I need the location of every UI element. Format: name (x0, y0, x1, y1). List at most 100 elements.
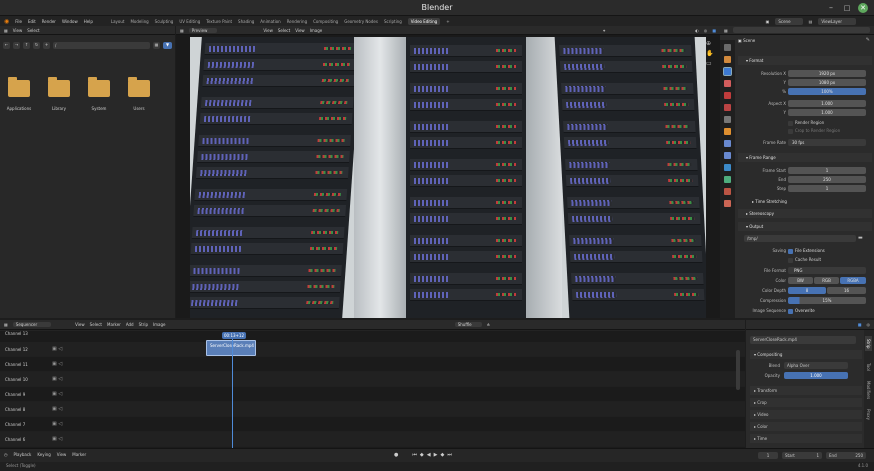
video-header[interactable]: ▸ Video (750, 410, 862, 419)
channel-mute-icon[interactable]: ▣ ◁ (52, 361, 62, 367)
crop-checkbox[interactable] (788, 128, 793, 134)
tab-animation[interactable]: Animation (260, 19, 280, 24)
crop-header[interactable]: ▸ Crop (750, 398, 862, 407)
folder-icon[interactable] (48, 77, 70, 97)
editor-type-icon[interactable]: ▦ (4, 322, 8, 327)
file-extensions-checkbox[interactable] (788, 248, 793, 254)
preview-menu-image[interactable]: Image (310, 28, 323, 33)
minimize-icon[interactable]: – (826, 3, 836, 13)
blender-logo-icon[interactable]: ◉ (4, 18, 9, 25)
play-reverse-icon[interactable]: ◀ (427, 452, 431, 458)
seq-menu-view[interactable]: View (75, 322, 85, 327)
stereoscopy-header[interactable]: ▸ Stereoscopy (738, 209, 872, 218)
folder-system-label[interactable]: System (81, 106, 117, 111)
jump-start-icon[interactable]: ⏮ (412, 452, 417, 458)
tab-compositing[interactable]: Compositing (313, 19, 338, 24)
editor-type-icon[interactable]: ▦ (4, 28, 8, 33)
tab-uv-editing[interactable]: UV Editing (179, 19, 200, 24)
folder-library-label[interactable]: Library (41, 106, 77, 111)
sidebar-toggle-icon[interactable]: ■ (858, 322, 862, 327)
scene-selector[interactable]: Scene (775, 17, 803, 25)
color-rgb-button[interactable]: RGB (814, 277, 839, 284)
resolution-percentage-field[interactable]: 100% (788, 88, 866, 95)
jump-end-icon[interactable]: ⏭ (447, 452, 452, 458)
tab-video-editing[interactable]: Video Editing (407, 17, 441, 25)
resolution-x-field[interactable]: 1920 px (788, 70, 866, 77)
channel-mute-icon[interactable]: ▣ ◁ (52, 376, 62, 382)
texture-tab-icon[interactable] (724, 200, 731, 207)
opacity-slider[interactable]: 1.000 (784, 372, 848, 379)
color-bw-button[interactable]: BW (788, 277, 813, 284)
output-panel-header[interactable]: ▾ Output (738, 222, 872, 231)
channel-mute-icon[interactable]: ▣ ◁ (52, 391, 62, 397)
sequencer-timeline[interactable]: Channel 13 Channel 12 ▣ ◁ Channel 11 ▣ ◁ C… (0, 331, 745, 448)
tab-geometry-nodes[interactable]: Geometry Nodes (344, 19, 378, 24)
playhead[interactable] (232, 332, 233, 448)
menu-keying[interactable]: Keying (37, 452, 50, 457)
color-header[interactable]: ▸ Color (750, 422, 862, 431)
channel-mute-icon[interactable]: ▣ ◁ (52, 406, 62, 412)
frame-step-field[interactable]: 1 (788, 185, 866, 192)
folder-icon[interactable] (88, 77, 110, 97)
compositing-header[interactable]: ▾ Compositing (750, 350, 862, 359)
tab-modeling[interactable]: Modeling (130, 19, 148, 24)
menu-view[interactable]: View (57, 452, 67, 457)
modifiers-tab-icon[interactable] (724, 140, 731, 147)
tab-shading[interactable]: Shading (238, 19, 254, 24)
seq-menu-strip[interactable]: Strip (139, 322, 148, 327)
menu-window[interactable]: Window (62, 19, 78, 24)
path-field[interactable]: / (53, 42, 150, 49)
channel-mute-icon[interactable]: ▣ ◁ (52, 346, 62, 352)
render-region-row[interactable]: Render Region (740, 119, 870, 127)
seq-menu-image[interactable]: Image (153, 322, 166, 327)
start-frame-field[interactable]: Start 1 (782, 452, 822, 459)
vertical-scrollbar[interactable] (736, 350, 740, 390)
tab-scripting[interactable]: Scripting (384, 19, 402, 24)
folder-browse-icon[interactable]: ▬ (858, 235, 863, 241)
channel-mute-icon[interactable]: ▣ ◁ (52, 421, 62, 427)
overlap-mode-dropdown[interactable]: Shuffle (454, 322, 482, 327)
menu-help[interactable]: Help (84, 19, 93, 24)
timeline-editor-icon[interactable]: ◷ (4, 452, 8, 457)
color-rgba-button[interactable]: RGBA (840, 277, 866, 284)
aspect-y-field[interactable]: 1.000 (788, 109, 866, 116)
tab-texture-paint[interactable]: Texture Paint (206, 19, 232, 24)
tab-rendering[interactable]: Rendering (287, 19, 307, 24)
properties-search[interactable] (732, 27, 870, 33)
editor-type-icon[interactable]: ▦ (724, 28, 728, 33)
camera-icon[interactable]: ▭ (706, 60, 718, 67)
seq-menu-marker[interactable]: Marker (107, 322, 121, 327)
tab-sculpting[interactable]: Sculpting (155, 19, 174, 24)
transform-header[interactable]: ▸ Transform (750, 386, 862, 395)
tab-proxy[interactable]: Proxy (865, 406, 872, 423)
crop-row[interactable]: Crop to Render Region (740, 127, 870, 135)
seq-menu-add[interactable]: Add (126, 322, 134, 327)
frame-rate-dropdown[interactable]: 30 fps (788, 139, 866, 146)
sequencer-mode-dropdown[interactable]: Sequencer (12, 322, 52, 327)
fb-menu-select[interactable]: Select (27, 28, 39, 33)
cache-result-row[interactable]: Cache Result (740, 256, 870, 264)
tab-strip[interactable]: Strip (865, 336, 872, 352)
overwrite-checkbox[interactable] (788, 308, 793, 314)
resolution-y-field[interactable]: 1080 px (788, 79, 866, 86)
depth-16-button[interactable]: 16 (827, 287, 866, 294)
maximize-icon[interactable]: □ (842, 3, 852, 13)
frame-start-field[interactable]: 1 (788, 167, 866, 174)
folder-icon[interactable] (128, 77, 150, 97)
folder-users-label[interactable]: Users (121, 106, 157, 111)
parent-dir-icon[interactable]: ↑ (23, 42, 30, 49)
forward-icon[interactable]: → (13, 42, 20, 49)
time-stretching-header[interactable]: ▸ Time Stretching (744, 197, 874, 206)
cache-result-checkbox[interactable] (788, 257, 793, 263)
physics-tab-icon[interactable] (724, 164, 731, 171)
toggle-overlay-icon[interactable]: ■ (712, 28, 716, 33)
tool-tab-icon[interactable] (724, 44, 731, 51)
tab-layout[interactable]: Layout (111, 19, 125, 24)
strip-name-field[interactable]: ServerCloseRack.mp4 (750, 336, 856, 344)
seq-menu-select[interactable]: Select (90, 322, 102, 327)
play-icon[interactable]: ▶ (434, 452, 438, 458)
file-format-dropdown[interactable]: PNG (788, 267, 866, 274)
scene-tab-icon[interactable] (724, 92, 731, 99)
menu-playback[interactable]: Playback (14, 452, 32, 457)
format-panel-header[interactable]: ▾ Format (738, 56, 872, 65)
